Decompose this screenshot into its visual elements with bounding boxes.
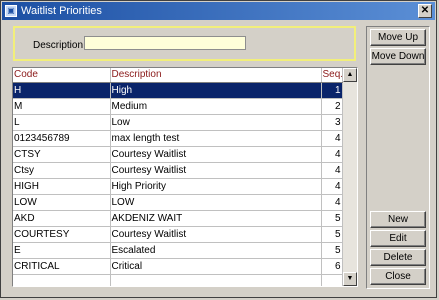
close-icon[interactable]: ✕ [418, 4, 432, 18]
priorities-grid: Code Description Seq. H High 1 M Medium 2 L Low… [12, 67, 358, 287]
cell-seq: 6 [321, 258, 343, 275]
new-button[interactable]: New [370, 211, 426, 228]
description-label: Description [33, 40, 84, 51]
cell-code: AKD [13, 210, 111, 227]
vertical-scrollbar[interactable]: ▲ ▼ [343, 68, 357, 286]
cell-code [13, 274, 111, 286]
cell-seq: 4 [321, 178, 343, 195]
cell-code: CTSY [13, 146, 111, 163]
table-row[interactable]: Ctsy Courtesy Waitlist 4 [13, 162, 343, 179]
priorities-table: Code Description Seq. H High 1 M Medium 2 L Low… [13, 68, 343, 286]
cell-code: HIGH [13, 178, 111, 195]
cell-description: AKDENIZ WAIT [110, 210, 322, 227]
close-button[interactable]: Close [370, 268, 426, 285]
move-down-button[interactable]: Move Down [370, 48, 426, 65]
table-row[interactable]: CTSY Courtesy Waitlist 4 [13, 146, 343, 163]
table-row[interactable]: COURTESY Courtesy Waitlist 5 [13, 226, 343, 243]
cell-description: Escalated [110, 242, 322, 259]
cell-seq: 5 [321, 210, 343, 227]
cell-description: LOW [110, 194, 322, 211]
delete-button[interactable]: Delete [370, 249, 426, 266]
cell-description: Courtesy Waitlist [110, 146, 322, 163]
cell-seq: 4 [321, 162, 343, 179]
cell-seq: 5 [321, 242, 343, 259]
cell-seq: 4 [321, 146, 343, 163]
window-app-icon: ▣ [5, 5, 17, 17]
cell-seq: 4 [321, 130, 343, 147]
cell-seq [321, 274, 343, 286]
cell-seq: 1 [321, 82, 343, 99]
table-row[interactable]: 0123456789 max length test 4 [13, 130, 343, 147]
table-row[interactable]: M Medium 2 [13, 98, 343, 115]
window-title: Waitlist Priorities [21, 5, 102, 17]
cell-description: max length test [110, 130, 322, 147]
cell-code: Ctsy [13, 162, 111, 179]
cell-description: High [110, 82, 322, 99]
cell-seq: 2 [321, 98, 343, 115]
cell-code: 0123456789 [13, 130, 111, 147]
cell-description: Critical [110, 258, 322, 275]
cell-description: Courtesy Waitlist [110, 162, 322, 179]
cell-seq: 5 [321, 226, 343, 243]
cell-seq: 4 [321, 194, 343, 211]
filter-panel: Description [13, 26, 356, 61]
column-header-description[interactable]: Description [110, 68, 322, 83]
header-row: Code Description Seq. [13, 68, 343, 83]
table-row[interactable]: LOW LOW 4 [13, 194, 343, 211]
waitlist-priorities-window: ▣ Waitlist Priorities ✕ Description Code… [0, 0, 437, 298]
cell-description: Medium [110, 98, 322, 115]
cell-description [110, 274, 322, 286]
cell-code: CRITICAL [13, 258, 111, 275]
table-row[interactable]: CRITICAL Critical 6 [13, 258, 343, 275]
cell-code: H [13, 82, 111, 99]
column-header-seq[interactable]: Seq. [321, 68, 343, 83]
arrow-down-icon[interactable]: ▼ [343, 272, 357, 286]
edit-button[interactable]: Edit [370, 230, 426, 247]
arrow-up-icon[interactable]: ▲ [343, 68, 357, 82]
cell-description: Courtesy Waitlist [110, 226, 322, 243]
cell-code: COURTESY [13, 226, 111, 243]
table-row[interactable] [13, 274, 343, 286]
cell-description: Low [110, 114, 322, 131]
cell-code: E [13, 242, 111, 259]
table-row[interactable]: E Escalated 5 [13, 242, 343, 259]
description-input[interactable] [84, 36, 246, 50]
table-row[interactable]: AKD AKDENIZ WAIT 5 [13, 210, 343, 227]
table-row[interactable]: H High 1 [13, 82, 343, 99]
column-header-code[interactable]: Code [13, 68, 111, 83]
cell-description: High Priority [110, 178, 322, 195]
cell-code: LOW [13, 194, 111, 211]
table-row[interactable]: L Low 3 [13, 114, 343, 131]
title-bar: ▣ Waitlist Priorities ✕ [2, 2, 435, 20]
cell-seq: 3 [321, 114, 343, 131]
table-body: H High 1 M Medium 2 L Low 3 0123456789 max length … [13, 82, 343, 286]
cell-code: L [13, 114, 111, 131]
cell-code: M [13, 98, 111, 115]
move-up-button[interactable]: Move Up [370, 29, 426, 46]
table-row[interactable]: HIGH High Priority 4 [13, 178, 343, 195]
